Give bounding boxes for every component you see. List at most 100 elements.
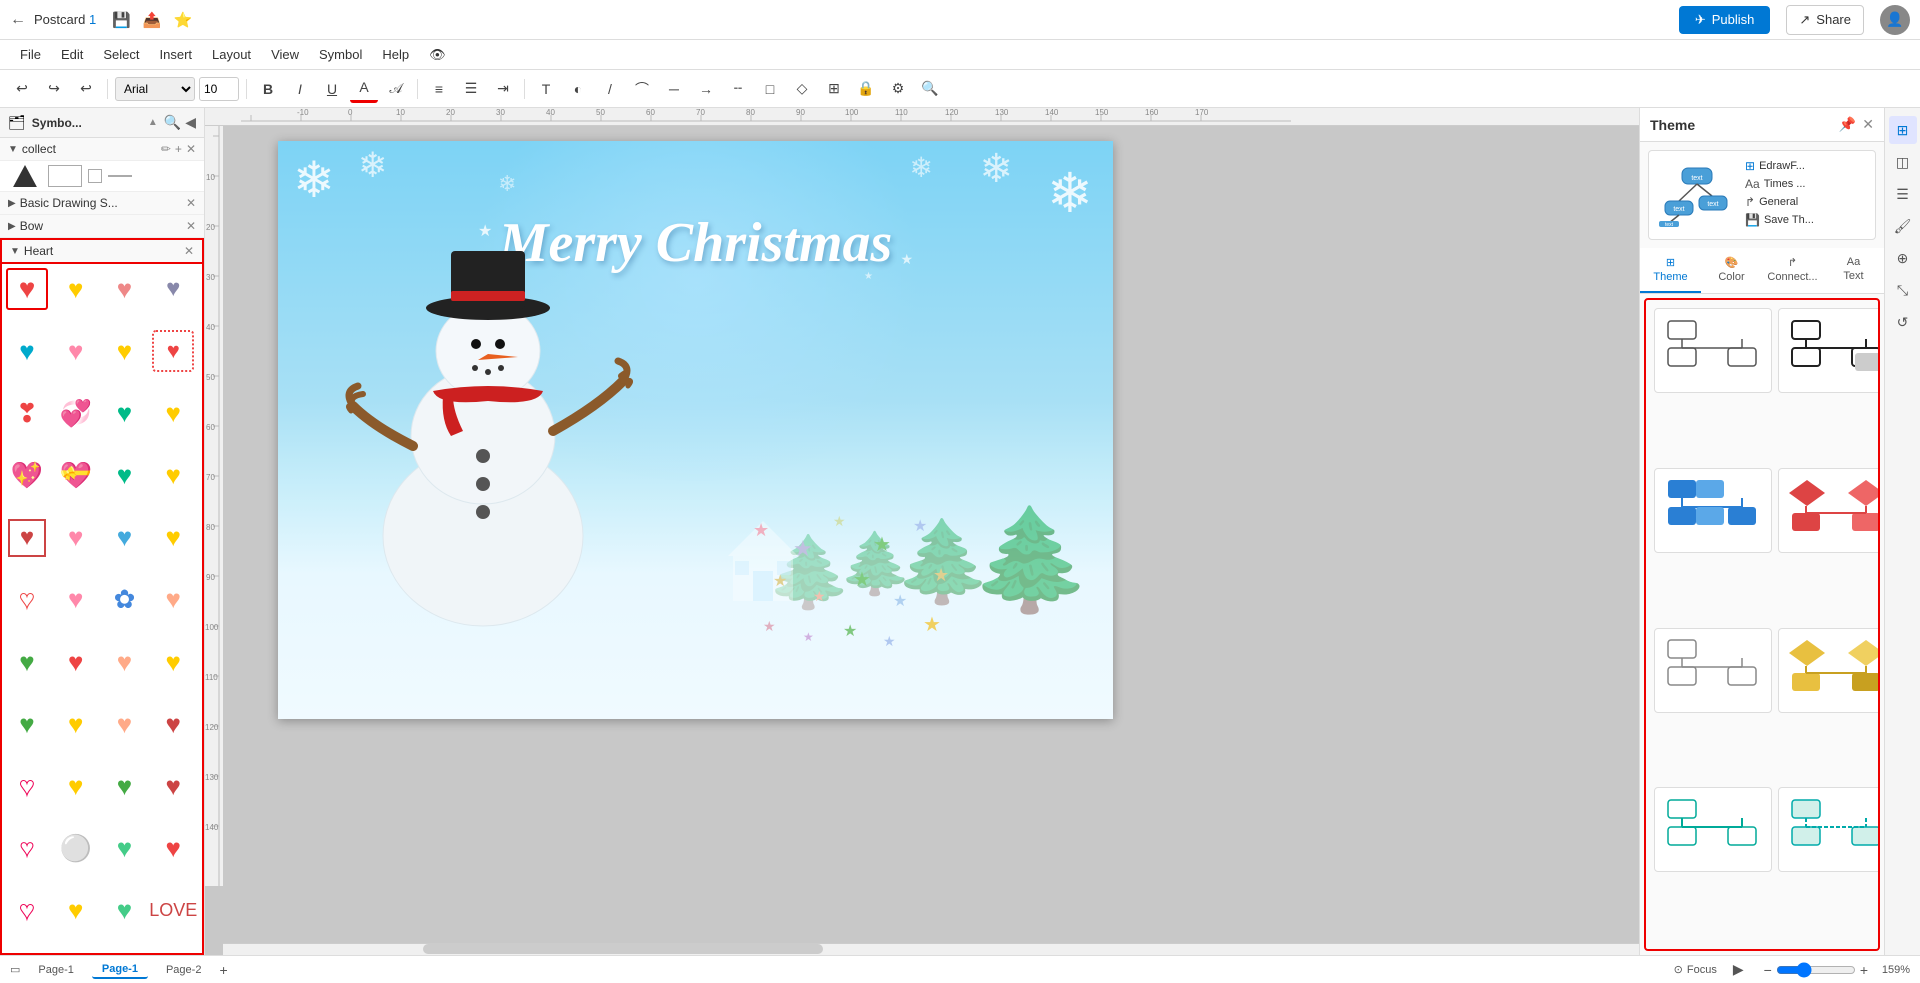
right-icon-history[interactable]: ↺ xyxy=(1889,308,1917,336)
bold-button[interactable]: B xyxy=(254,75,282,103)
heart-item-12[interactable]: 💖 xyxy=(6,455,48,497)
right-icon-grid[interactable]: ⊞ xyxy=(1889,116,1917,144)
heart-item-26[interactable]: ♥ xyxy=(104,641,146,683)
close-heart-icon[interactable]: ✕ xyxy=(184,244,194,258)
theme-card-1[interactable] xyxy=(1654,308,1772,393)
heart-item-28[interactable]: ♥ xyxy=(6,703,48,745)
page-tab-2[interactable]: Page-1 xyxy=(92,961,148,979)
menu-file[interactable]: File xyxy=(10,43,51,66)
tab-color[interactable]: 🎨 Color xyxy=(1701,248,1762,293)
heart-item-14[interactable]: ♥ xyxy=(104,455,146,497)
font-select[interactable]: Arial Times New Roman xyxy=(115,77,195,101)
zoom-minus-button[interactable]: − xyxy=(1764,962,1772,978)
theme-card-4[interactable] xyxy=(1778,468,1880,553)
indent-button[interactable]: ⇥ xyxy=(489,75,517,103)
text-style-button[interactable]: 𝒜 xyxy=(382,75,410,103)
heart-item-8[interactable]: ❣ xyxy=(6,392,48,434)
undo2-button[interactable]: ↩ xyxy=(72,75,100,103)
heart-item-40[interactable]: ♥ xyxy=(6,890,48,932)
heart-item-30[interactable]: ♥ xyxy=(104,703,146,745)
heart-item-9[interactable]: 💞 xyxy=(55,392,97,434)
page-tab-3[interactable]: Page-2 xyxy=(156,962,211,978)
page-tab-1[interactable]: Page-1 xyxy=(28,962,83,978)
heart-item-36[interactable]: ♥ xyxy=(6,828,48,870)
lock-button[interactable]: 🔒 xyxy=(852,75,880,103)
dash-button[interactable]: ╌ xyxy=(724,75,752,103)
back-icon[interactable]: ← xyxy=(10,11,26,29)
section-basic[interactable]: ▶ Basic Drawing S... ✕ xyxy=(0,192,204,215)
heart-item-13[interactable]: 💝 xyxy=(55,455,97,497)
menu-symbol[interactable]: Symbol xyxy=(309,43,372,66)
heart-item-24[interactable]: ♥ xyxy=(6,641,48,683)
align2-button[interactable]: ⊞ xyxy=(820,75,848,103)
heart-item-32[interactable]: ♥ xyxy=(6,765,48,807)
menu-select[interactable]: Select xyxy=(93,43,149,66)
italic-button[interactable]: I xyxy=(286,75,314,103)
h-scroll-thumb[interactable] xyxy=(423,944,823,954)
user-avatar[interactable]: 👤 xyxy=(1880,5,1910,35)
menu-view[interactable]: View xyxy=(261,43,309,66)
heart-item-37[interactable]: ⚪ xyxy=(55,828,97,870)
heart-item-31[interactable]: ♥ xyxy=(152,703,194,745)
heart-item-22[interactable]: ✿ xyxy=(104,579,146,621)
edit-collect-icon[interactable]: ✏ xyxy=(161,142,171,156)
close-bow-icon[interactable]: ✕ xyxy=(186,219,196,233)
section-heart[interactable]: ▼ Heart ✕ xyxy=(0,238,204,264)
heart-item-29[interactable]: ♥ xyxy=(55,703,97,745)
zoom-slider[interactable] xyxy=(1776,962,1856,978)
close-theme-icon[interactable]: ✕ xyxy=(1862,116,1874,133)
align-center-button[interactable]: ☰ xyxy=(457,75,485,103)
curve-button[interactable]: ⌒ xyxy=(628,75,656,103)
play-icon[interactable]: ▶ xyxy=(1733,961,1744,978)
heart-item-41[interactable]: ♥ xyxy=(55,890,97,932)
font-color-button[interactable]: A xyxy=(350,75,378,103)
section-collect[interactable]: ▼ collect ✏ + ✕ xyxy=(0,138,204,161)
star-icon[interactable]: ⭐ xyxy=(174,11,193,29)
heart-item-11[interactable]: ♥ xyxy=(152,392,194,434)
tab-connect[interactable]: ↱ Connect... xyxy=(1762,248,1823,293)
heart-item-18[interactable]: ♥ xyxy=(104,517,146,559)
heart-item-43[interactable]: LOVE xyxy=(152,890,194,932)
heart-item-7[interactable]: ♥ xyxy=(152,330,194,372)
save-icon[interactable]: 💾 xyxy=(112,11,131,29)
heart-item-0[interactable]: ♥ xyxy=(6,268,48,310)
heart-item-4[interactable]: ♥ xyxy=(6,330,48,372)
right-icon-properties[interactable]: ☰ xyxy=(1889,180,1917,208)
add-collect-icon[interactable]: + xyxy=(175,142,182,156)
right-icon-style[interactable]: 🖌 xyxy=(1889,212,1917,240)
theme-card-3[interactable] xyxy=(1654,468,1772,553)
close-collect-icon[interactable]: ✕ xyxy=(186,142,196,156)
menu-layout[interactable]: Layout xyxy=(202,43,261,66)
theme-card-5[interactable] xyxy=(1654,628,1772,713)
heart-item-16[interactable]: ♥ xyxy=(6,517,48,559)
heart-item-21[interactable]: ♥ xyxy=(55,579,97,621)
right-icon-size[interactable]: ⤡ xyxy=(1889,276,1917,304)
heart-item-3[interactable]: ♥ xyxy=(152,268,194,310)
heart-item-17[interactable]: ♥ xyxy=(55,517,97,559)
right-icon-layers[interactable]: ◫ xyxy=(1889,148,1917,176)
arrow-button[interactable]: → xyxy=(692,75,720,103)
add-page-icon[interactable]: + xyxy=(219,962,227,978)
menu-help[interactable]: Help xyxy=(372,43,419,66)
heart-item-27[interactable]: ♥ xyxy=(152,641,194,683)
heart-item-1[interactable]: ♥ xyxy=(55,268,97,310)
underline-button[interactable]: U xyxy=(318,75,346,103)
heart-item-15[interactable]: ♥ xyxy=(152,455,194,497)
heart-item-23[interactable]: ♥ xyxy=(152,579,194,621)
search-panel-icon[interactable]: 🔍 xyxy=(164,114,181,131)
text-format-button[interactable]: T xyxy=(532,75,560,103)
heart-item-10[interactable]: ♥ xyxy=(104,392,146,434)
shape-button[interactable]: □ xyxy=(756,75,784,103)
zoom-plus-button[interactable]: + xyxy=(1860,962,1868,978)
heart-item-42[interactable]: ♥ xyxy=(104,890,146,932)
theme-card-7[interactable] xyxy=(1654,787,1772,872)
heart-item-38[interactable]: ♥ xyxy=(104,828,146,870)
heart-item-25[interactable]: ♥ xyxy=(55,641,97,683)
theme-card-2[interactable] xyxy=(1778,308,1880,393)
publish-button[interactable]: ✈ Publish xyxy=(1679,6,1771,34)
align-left-button[interactable]: ≡ xyxy=(425,75,453,103)
canvas-page[interactable]: ❄ ❄ ❄ ❄ ❄ ❄ Merry Christmas ★ ★ ★ xyxy=(278,141,1113,719)
line-button[interactable]: / xyxy=(596,75,624,103)
heart-item-33[interactable]: ♥ xyxy=(55,765,97,807)
line-style-button[interactable]: ─ xyxy=(660,75,688,103)
